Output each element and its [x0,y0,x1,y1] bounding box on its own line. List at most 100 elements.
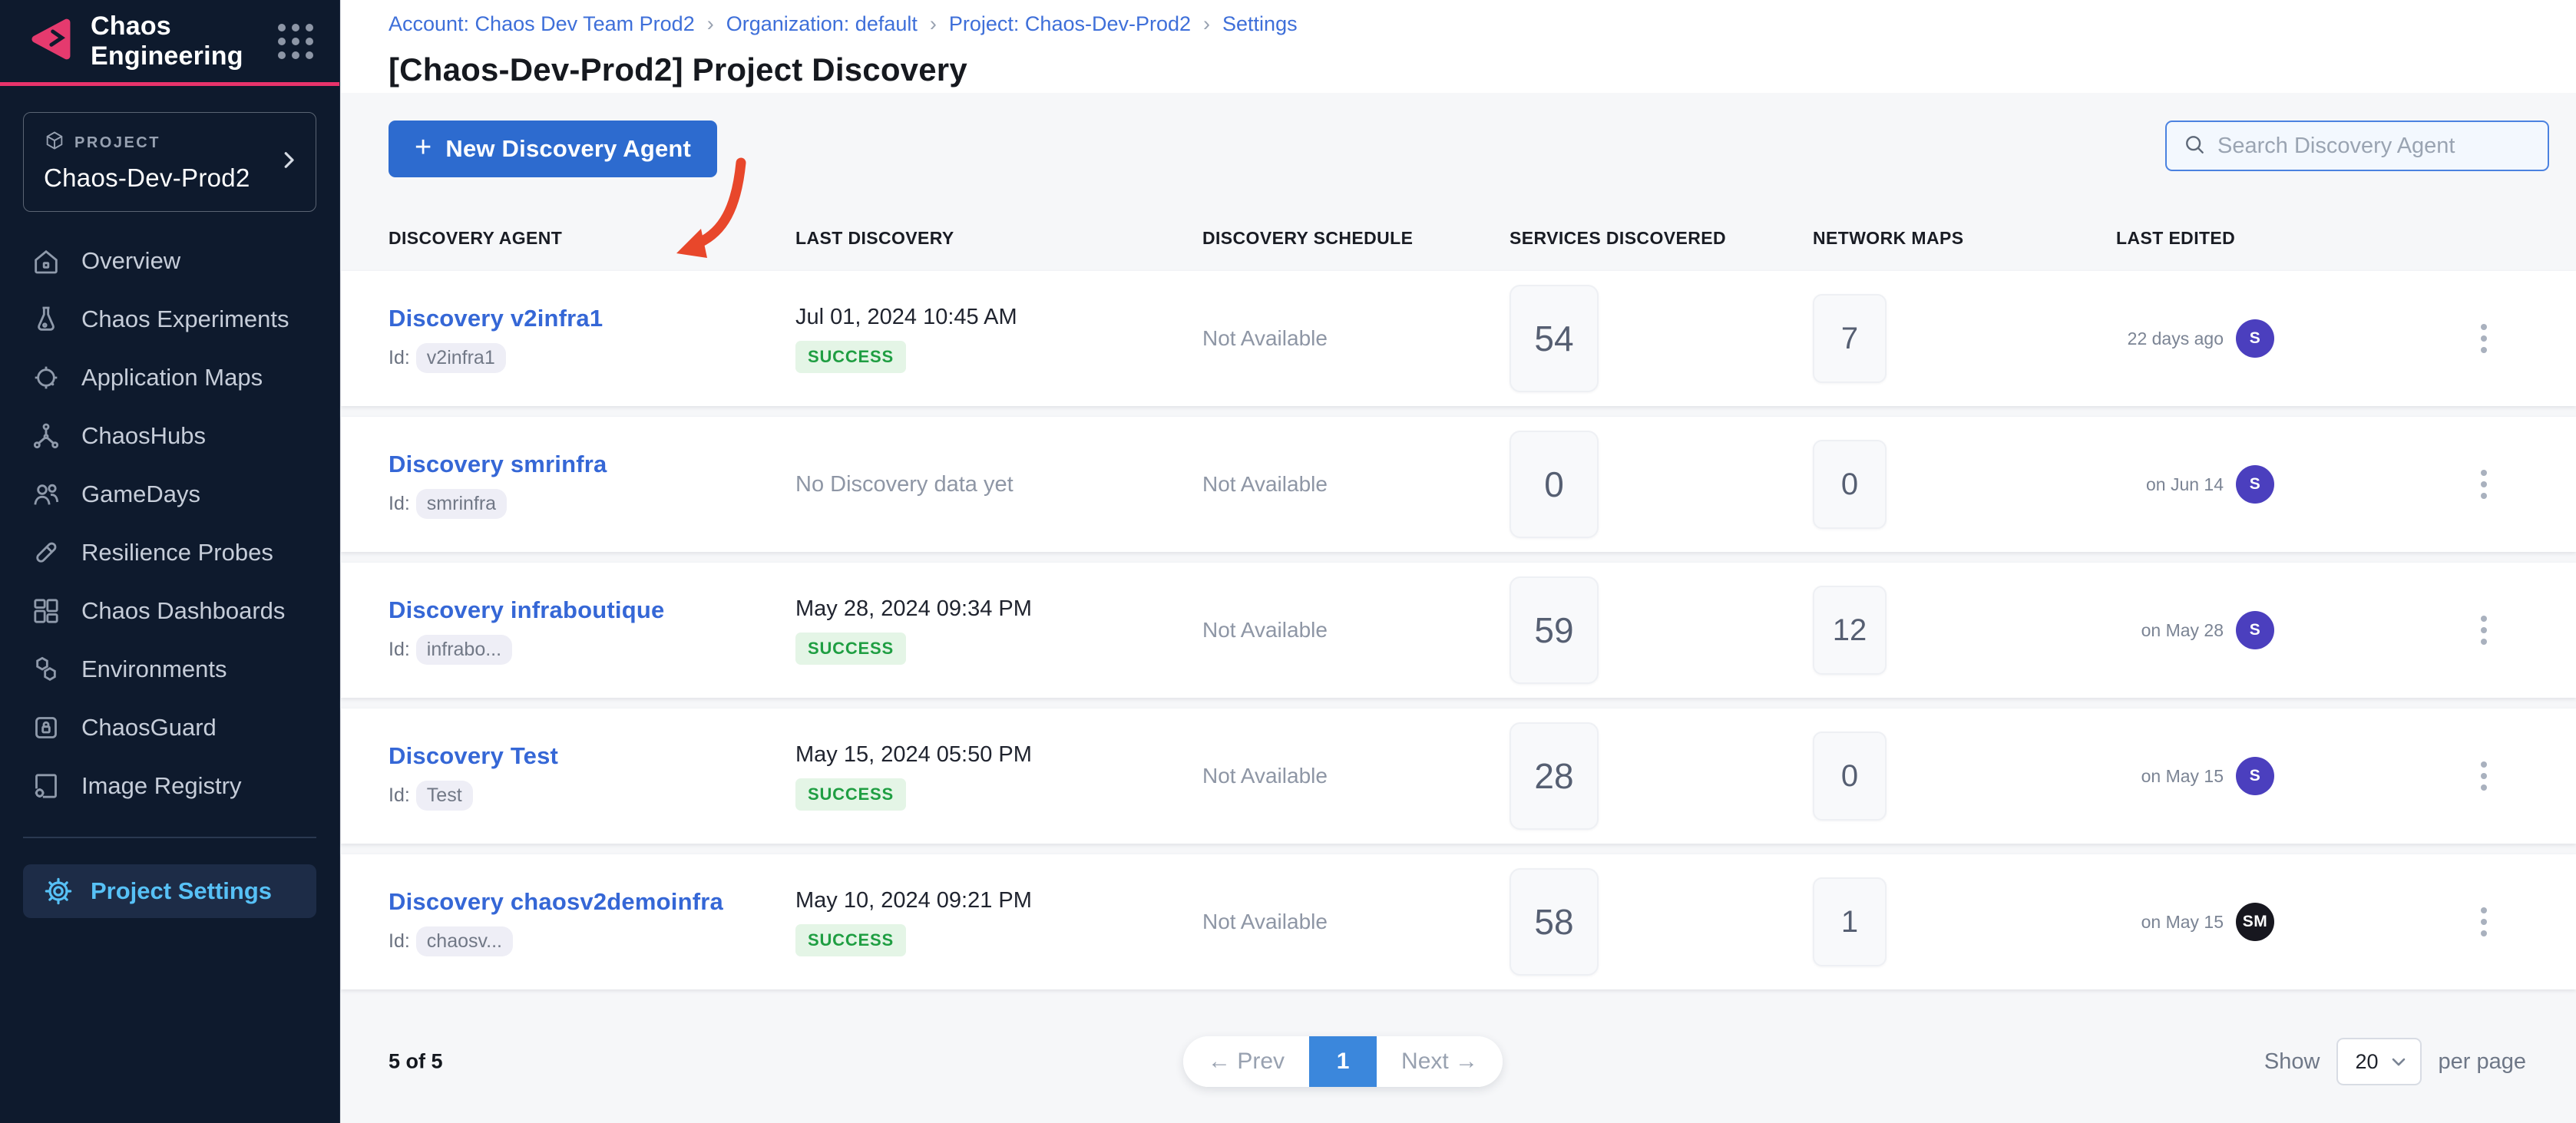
status-badge: SUCCESS [795,778,906,811]
id-pill: smrinfra [416,489,507,519]
last-edited-text: on May 15 [2116,766,2224,787]
services-count-tile: 59 [1510,576,1599,684]
avatar: S [2236,465,2274,504]
table-header-last-discovery: LAST DISCOVERY [795,228,1202,249]
kebab-menu-button[interactable] [2476,314,2492,363]
module-grid-icon[interactable] [278,24,313,59]
project-selector-card[interactable]: PROJECT Chaos-Dev-Prod2 [23,112,316,212]
home-icon [31,246,61,276]
schedule-text: Not Available [1202,764,1510,788]
kebab-menu-button[interactable] [2476,897,2492,946]
per-page-label: per page [2439,1049,2527,1075]
status-badge: SUCCESS [795,633,906,665]
page-size-control: Show 20 per page [2264,1038,2526,1085]
dashboard-icon [31,596,61,626]
status-badge: SUCCESS [795,341,906,373]
table-header-discovery-agent: DISCOVERY AGENT [389,228,795,249]
pagination: ← Prev 1 Next → [1183,1036,1503,1087]
agent-name-link[interactable]: Discovery smrinfra [389,451,795,478]
page-size-select[interactable]: 20 [2336,1038,2421,1085]
sidebar-nav: Overview Chaos Experiments Application M… [0,232,339,815]
search-icon [2182,132,2207,160]
table-row: Discovery chaosv2demoinfra Id:chaosv... … [341,854,2576,989]
sidebar-item-resilience-probes[interactable]: Resilience Probes [0,524,339,582]
hexagons-icon [31,654,61,685]
agent-id: Id:chaosv... [389,926,795,956]
network-nodes-icon [31,421,61,451]
schedule-text: Not Available [1202,910,1510,934]
kebab-menu-button[interactable] [2476,606,2492,655]
network-maps-count-tile: 1 [1813,877,1887,966]
prev-button[interactable]: ← Prev [1183,1036,1309,1087]
avatar: S [2236,757,2274,795]
lock-icon [31,712,61,743]
agent-name-link[interactable]: Discovery Test [389,742,795,770]
id-pill: v2infra1 [416,343,506,373]
next-button[interactable]: Next → [1377,1036,1503,1087]
chaos-logo-icon [28,16,74,66]
results-count: 5 of 5 [389,1050,443,1074]
app-title: Chaos Engineering [91,12,261,71]
agent-name-link[interactable]: Discovery infraboutique [389,596,795,624]
sidebar-item-gamedays[interactable]: GameDays [0,465,339,524]
agent-id: Id:Test [389,781,795,811]
sidebar-item-image-registry[interactable]: Image Registry [0,757,339,815]
services-count-tile: 0 [1510,431,1599,538]
network-maps-count-tile: 7 [1813,294,1887,383]
kebab-menu-button[interactable] [2476,460,2492,509]
services-count-tile: 58 [1510,868,1599,976]
agent-id: Id:v2infra1 [389,343,795,373]
avatar: S [2236,611,2274,649]
breadcrumb-link-project[interactable]: Project: Chaos-Dev-Prod2 [949,12,1222,36]
agent-name-link[interactable]: Discovery chaosv2demoinfra [389,888,795,916]
table-body: Discovery v2infra1 Id:v2infra1 Jul 01, 2… [341,271,2576,989]
services-count-tile: 28 [1510,722,1599,830]
page-title: [Chaos-Dev-Prod2] Project Discovery [389,51,2549,88]
new-discovery-agent-button[interactable]: + New Discovery Agent [389,121,717,177]
breadcrumb-link-account[interactable]: Account: Chaos Dev Team Prod2 [389,12,726,36]
sidebar-item-overview[interactable]: Overview [0,232,339,290]
project-name: Chaos-Dev-Prod2 [44,163,270,193]
sidebar-item-chaoshubs[interactable]: ChaosHubs [0,407,339,465]
project-label: PROJECT [74,134,160,152]
kebab-menu-button[interactable] [2476,751,2492,801]
breadcrumb-link-settings[interactable]: Settings [1222,12,1298,36]
breadcrumb-link-organization[interactable]: Organization: default [726,12,949,36]
sidebar-item-project-settings[interactable]: Project Settings [23,864,316,918]
status-badge: SUCCESS [795,924,906,956]
last-discovery-date: No Discovery data yet [795,472,1202,497]
sidebar-item-chaos-dashboards[interactable]: Chaos Dashboards [0,582,339,640]
breadcrumb: Account: Chaos Dev Team Prod2 Organizati… [389,12,2549,36]
table-header-services-discovered: SERVICES DISCOVERED [1510,228,1813,249]
main-content: Account: Chaos Dev Team Prod2 Organizati… [340,0,2576,1123]
sidebar-item-chaos-experiments[interactable]: Chaos Experiments [0,290,339,348]
sidebar-item-application-maps[interactable]: Application Maps [0,348,339,407]
avatar: SM [2236,903,2274,941]
table-header-discovery-schedule: DISCOVERY SCHEDULE [1202,228,1510,249]
sidebar-item-chaosguard[interactable]: ChaosGuard [0,699,339,757]
target-icon [31,362,61,393]
last-edited-text: on May 28 [2116,620,2224,641]
avatar: S [2236,319,2274,358]
last-edited-text: 22 days ago [2116,329,2224,349]
chevron-right-icon [277,149,300,176]
flask-icon [31,304,61,335]
schedule-text: Not Available [1202,618,1510,642]
network-maps-count-tile: 0 [1813,440,1887,529]
cube-icon [44,130,65,156]
agent-name-link[interactable]: Discovery v2infra1 [389,305,795,332]
search-input[interactable] [2217,134,2532,159]
schedule-text: Not Available [1202,326,1510,351]
probe-icon [31,537,61,568]
page-header: Account: Chaos Dev Team Prod2 Organizati… [341,0,2576,93]
table-row: Discovery smrinfra Id:smrinfra No Discov… [341,417,2576,552]
page-1-button[interactable]: 1 [1309,1036,1377,1087]
sidebar-item-environments[interactable]: Environments [0,640,339,699]
gear-icon [43,876,74,907]
sidebar: Chaos Engineering PROJECT Chaos-Dev-Prod… [0,0,340,1123]
registry-icon [31,771,61,801]
id-pill: infrabo... [416,635,512,665]
sidebar-divider [23,837,316,838]
id-pill: Test [416,781,473,811]
table-footer: 5 of 5 ← Prev 1 Next → Show 20 per page [389,1000,2549,1123]
